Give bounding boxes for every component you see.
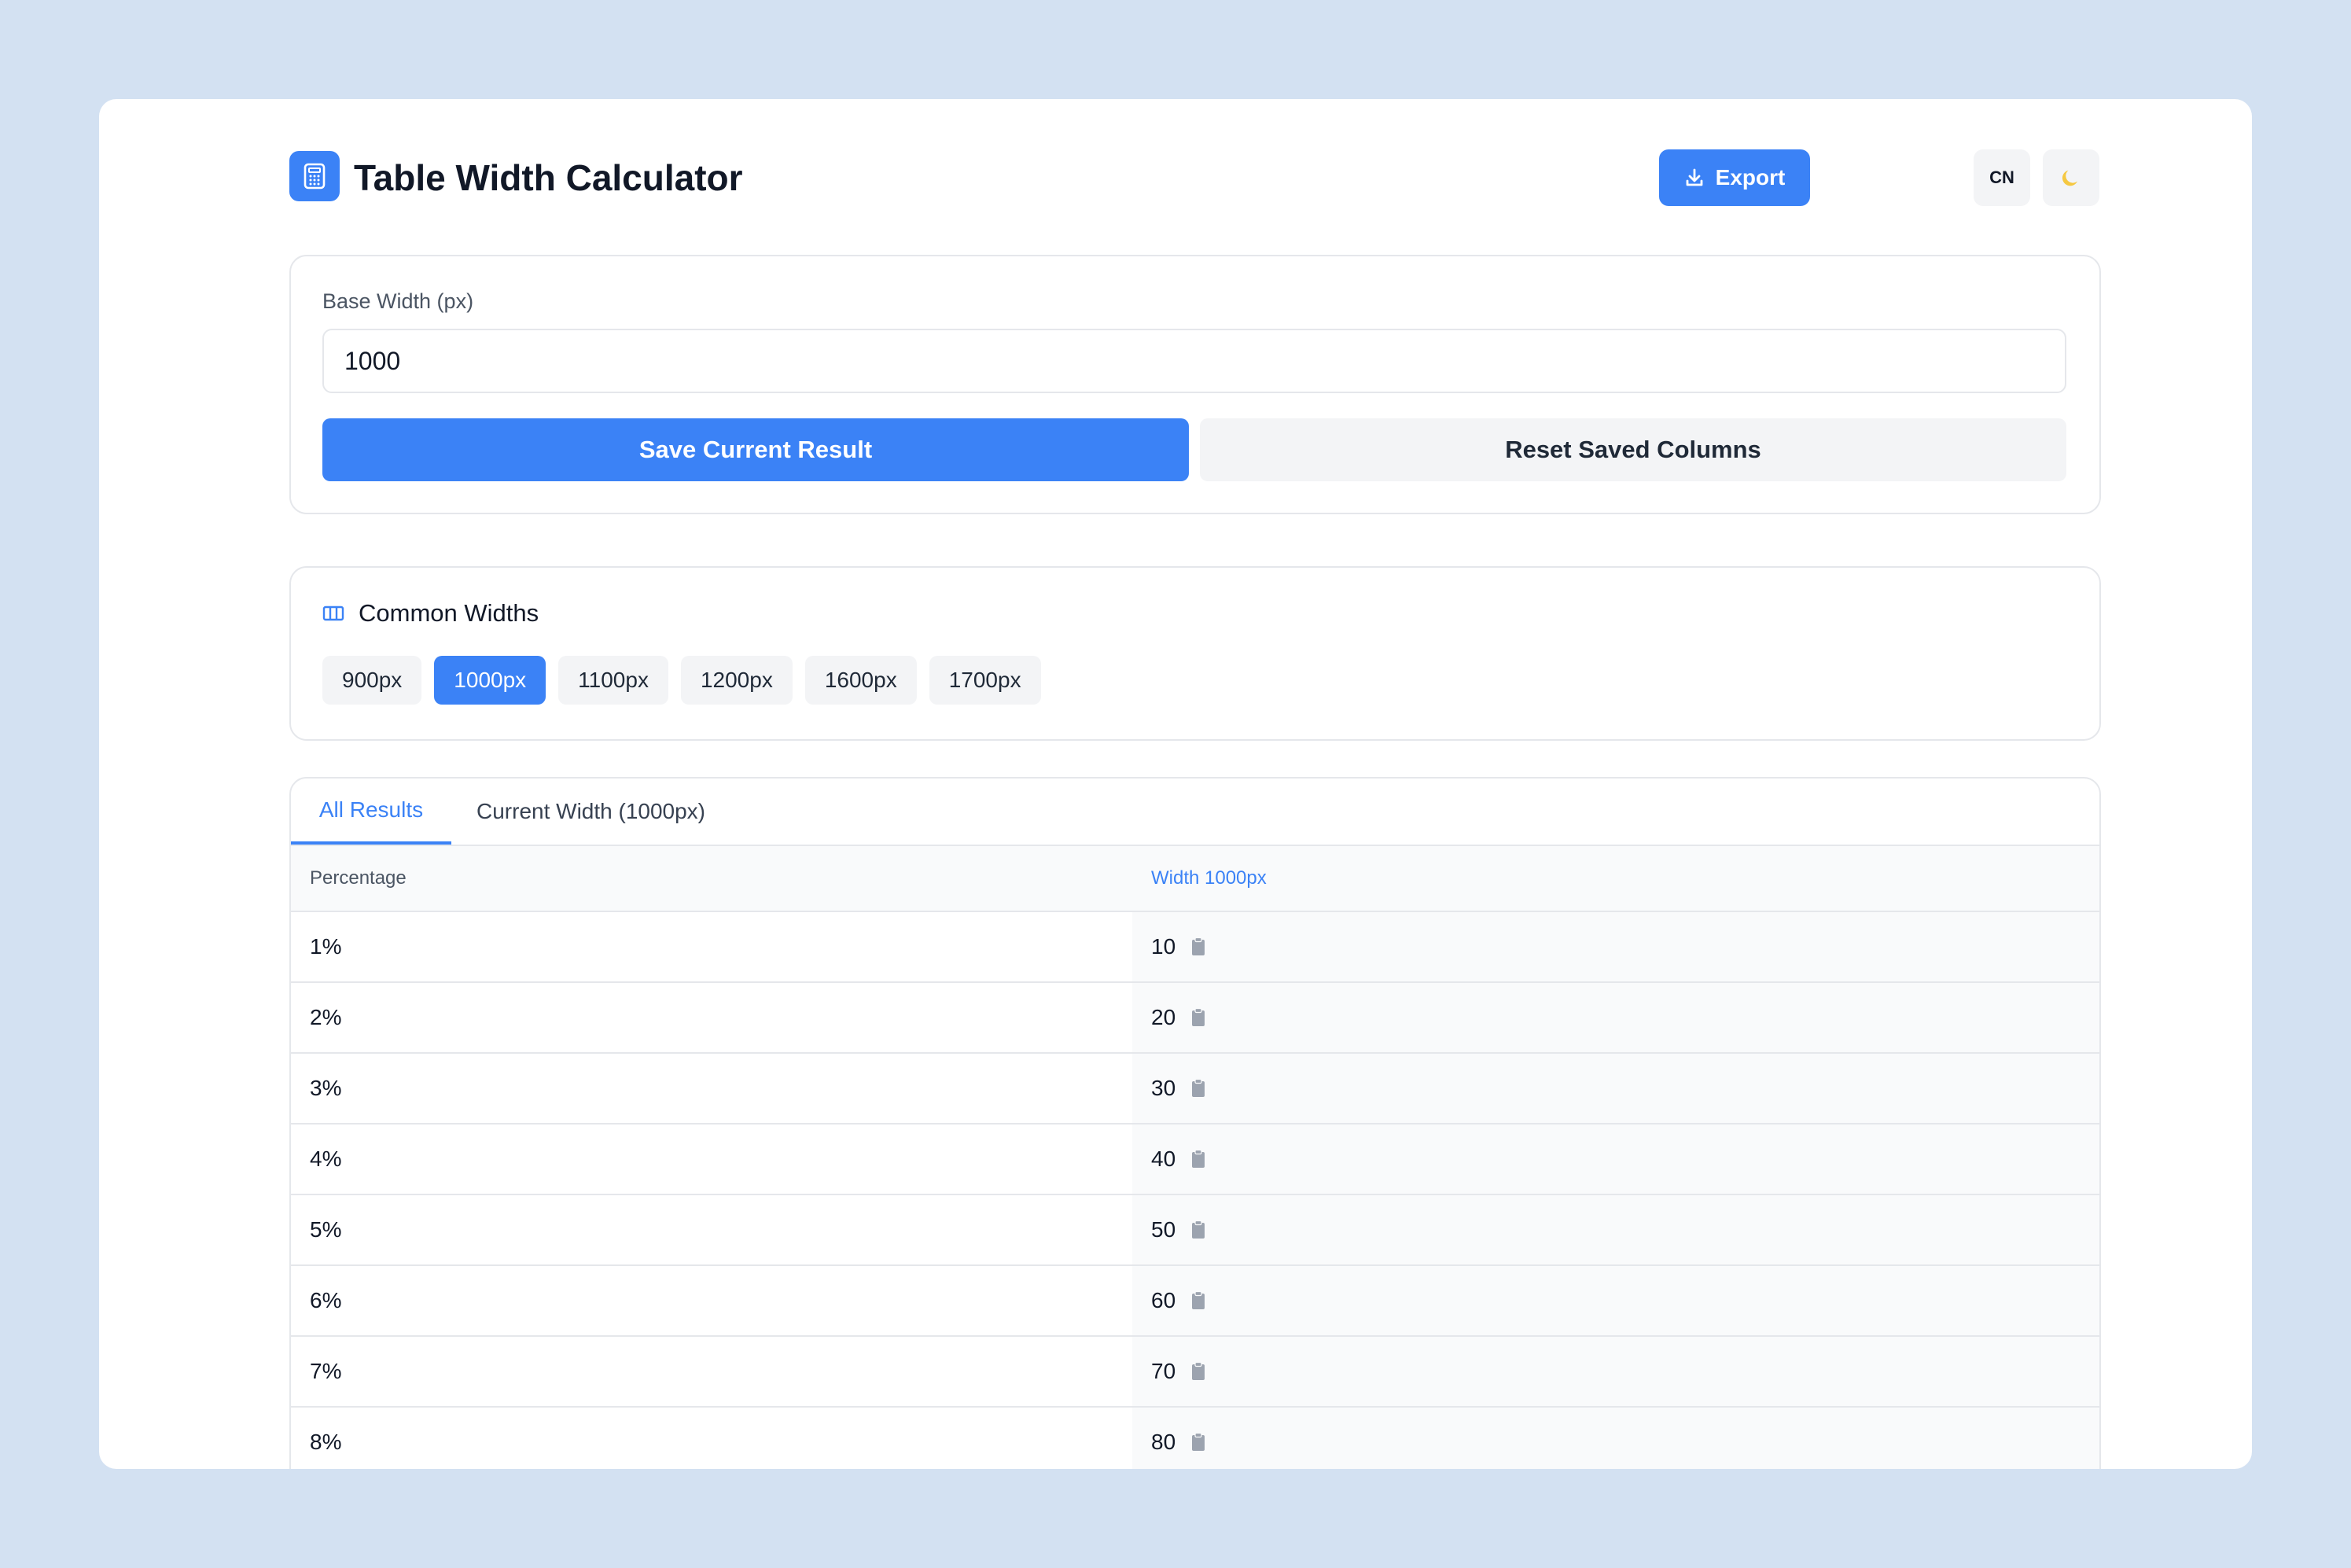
clipboard-icon[interactable]: [1190, 1149, 1207, 1169]
column-header-percentage: Percentage: [310, 867, 407, 889]
width-value: 20: [1151, 1005, 1176, 1029]
page-title: Table Width Calculator: [354, 157, 743, 198]
clipboard-icon[interactable]: [1190, 937, 1207, 957]
tab-current-width[interactable]: Current Width (1000px): [476, 778, 705, 845]
width-value: 50: [1151, 1217, 1176, 1242]
width-value-cell: 40: [1132, 1124, 2099, 1194]
common-widths-options: 900px 1000px 1100px 1200px 1600px 1700px: [322, 656, 1041, 705]
clipboard-icon[interactable]: [1190, 1220, 1207, 1240]
common-widths-header: Common Widths: [322, 599, 539, 628]
export-button[interactable]: Export: [1659, 149, 1810, 206]
width-option-1200[interactable]: 1200px: [680, 656, 793, 705]
app-window: Table Width Calculator Export CN Base Wi…: [99, 99, 2252, 1469]
common-widths-card: Common Widths 900px 1000px 1100px 1200px…: [289, 566, 2101, 741]
width-value-cell: 50: [1132, 1195, 2099, 1264]
column-header-width: Width 1000px: [1151, 867, 1267, 889]
width-value-cell: 20: [1132, 983, 2099, 1052]
width-option-1600[interactable]: 1600px: [804, 656, 917, 705]
results-table: Percentage Width 1000px 1% 10 2% 20 3% 30 4% 40…: [291, 846, 2099, 1469]
table-header: Percentage Width 1000px: [291, 846, 2099, 912]
table-row: 3% 30: [291, 1054, 2099, 1124]
download-icon: [1684, 167, 1705, 188]
table-row: 4% 40: [291, 1124, 2099, 1195]
theme-toggle-button[interactable]: [2043, 149, 2099, 206]
results-tabs: All Results Current Width (1000px): [291, 778, 2099, 846]
table-row: 6% 60: [291, 1266, 2099, 1337]
reset-label: Reset Saved Columns: [1505, 436, 1761, 463]
language-toggle-button[interactable]: CN: [1974, 149, 2030, 206]
app-header: Table Width Calculator Export CN: [289, 149, 2099, 206]
width-option-900[interactable]: 900px: [322, 656, 422, 705]
calculator-icon: [289, 151, 340, 201]
width-option-1000[interactable]: 1000px: [434, 656, 546, 705]
width-value: 60: [1151, 1288, 1176, 1312]
base-width-label: Base Width (px): [322, 289, 474, 313]
clipboard-icon[interactable]: [1190, 1432, 1207, 1452]
clipboard-icon[interactable]: [1190, 1007, 1207, 1028]
clipboard-icon[interactable]: [1190, 1290, 1207, 1311]
width-value: 70: [1151, 1359, 1176, 1383]
clipboard-icon[interactable]: [1190, 1361, 1207, 1382]
width-value-cell: 80: [1132, 1408, 2099, 1469]
width-value: 30: [1151, 1076, 1176, 1100]
percentage-cell: 6%: [291, 1266, 1132, 1335]
width-option-1700[interactable]: 1700px: [929, 656, 1041, 705]
common-widths-title: Common Widths: [359, 599, 539, 627]
width-value-cell: 60: [1132, 1266, 2099, 1335]
language-label: CN: [1989, 167, 2014, 187]
table-row: 2% 20: [291, 983, 2099, 1054]
percentage-cell: 8%: [291, 1408, 1132, 1469]
percentage-cell: 4%: [291, 1124, 1132, 1194]
base-width-input[interactable]: [322, 329, 2066, 393]
save-current-result-button[interactable]: Save Current Result: [322, 418, 1189, 481]
table-body: 1% 10 2% 20 3% 30 4% 40 5% 50 6% 60 7% 70 8% 80: [291, 912, 2099, 1469]
save-label: Save Current Result: [638, 436, 873, 463]
percentage-cell: 5%: [291, 1195, 1132, 1264]
percentage-cell: 2%: [291, 983, 1132, 1052]
clipboard-icon[interactable]: [1190, 1078, 1207, 1099]
width-value: 80: [1151, 1430, 1176, 1454]
reset-saved-columns-button[interactable]: Reset Saved Columns: [1200, 418, 2066, 481]
width-value: 10: [1151, 934, 1176, 959]
width-value-cell: 10: [1132, 912, 2099, 981]
percentage-cell: 3%: [291, 1054, 1132, 1123]
base-width-card: Base Width (px) Save Current Result Rese…: [289, 255, 2101, 514]
table-row: 1% 10: [291, 912, 2099, 983]
width-value-cell: 70: [1132, 1337, 2099, 1406]
table-row: 7% 70: [291, 1337, 2099, 1408]
table-row: 5% 50: [291, 1195, 2099, 1266]
export-label: Export: [1715, 165, 1786, 190]
moon-icon: [2059, 166, 2083, 190]
width-option-1100[interactable]: 1100px: [558, 656, 668, 705]
width-value-cell: 30: [1132, 1054, 2099, 1123]
columns-icon: [322, 605, 344, 622]
width-value: 40: [1151, 1147, 1176, 1171]
tab-all-results[interactable]: All Results: [291, 778, 451, 845]
results-card: All Results Current Width (1000px) Perce…: [289, 777, 2101, 1469]
percentage-cell: 1%: [291, 912, 1132, 981]
table-row: 8% 80: [291, 1408, 2099, 1469]
percentage-cell: 7%: [291, 1337, 1132, 1406]
